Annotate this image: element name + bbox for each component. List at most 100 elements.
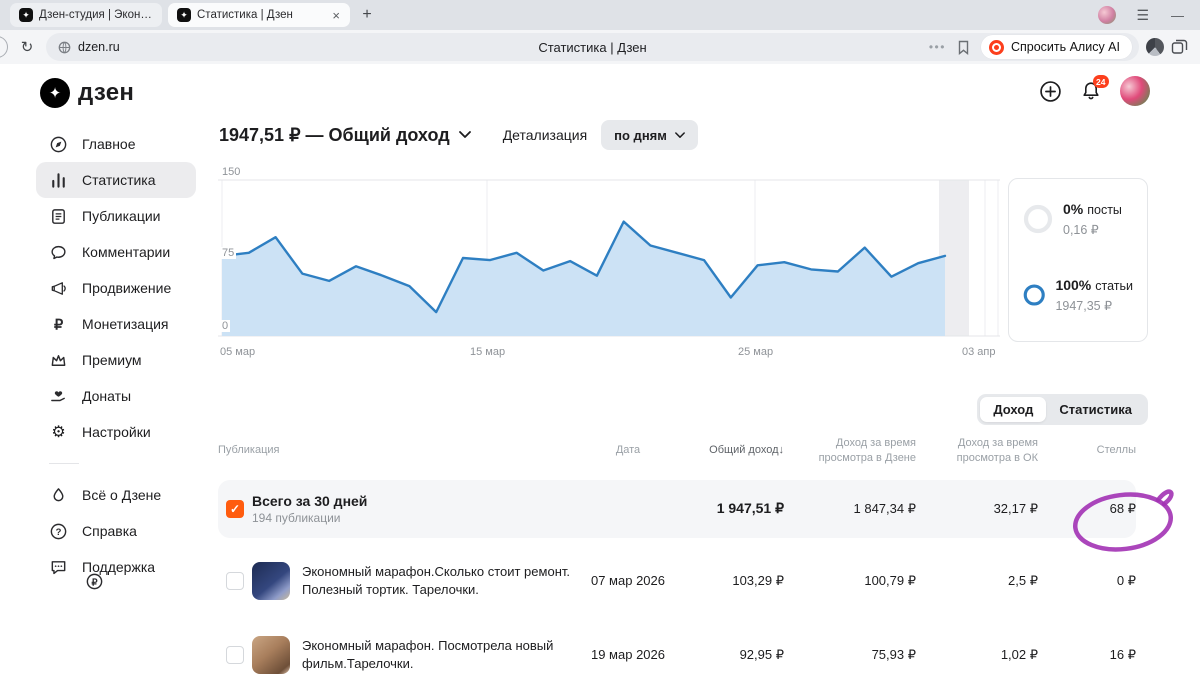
chevron-down-icon <box>674 131 685 138</box>
sidebar-item-label: Продвижение <box>82 280 172 296</box>
row-zen: 100,79 ₽ <box>864 572 916 588</box>
back-button-partial[interactable] <box>0 36 8 58</box>
sidebar-item-label: Комментарии <box>82 244 171 260</box>
period-select[interactable]: по дням <box>601 120 698 150</box>
sidebar-item-monetization[interactable]: ₽ Монетизация <box>36 306 196 342</box>
zen-favicon: ✦ <box>177 8 191 22</box>
speech-bubble-icon <box>51 245 66 259</box>
browser-menu-icon[interactable]: ☰ <box>1136 7 1149 24</box>
window-minimize-button[interactable]: — <box>1171 8 1184 23</box>
select-all-checkbox[interactable]: ✓ <box>226 499 244 518</box>
site-info-icon[interactable] <box>58 41 71 54</box>
more-icon[interactable]: ••• <box>929 40 946 54</box>
articles-label: статьи <box>1095 279 1133 293</box>
tab-groups-icon[interactable] <box>1171 39 1188 55</box>
posts-percent: 0% <box>1063 201 1084 217</box>
ruble-circle-icon: ₽ <box>86 573 103 589</box>
address-bar[interactable]: dzen.ru Статистика | Дзен ••• Спросить А… <box>46 33 1139 61</box>
row-total: 103,29 ₽ <box>732 572 784 588</box>
sidebar-item-help[interactable]: ? Справка <box>36 513 196 549</box>
row-checkbox[interactable] <box>226 571 244 590</box>
sidebar-item-about-zen[interactable]: Всё о Дзене <box>36 477 196 513</box>
tab-title: Статистика | Дзен <box>197 9 293 21</box>
gear-icon: ⚙ <box>51 423 66 441</box>
publications-table: Публикация Дата Общий доход↓ Доход за вр… <box>218 436 1136 678</box>
sidebar-item-promotion[interactable]: Продвижение <box>36 270 196 306</box>
zen-logo[interactable]: ✦ дзен <box>40 78 206 108</box>
sidebar-item-comments[interactable]: Комментарии <box>36 234 196 270</box>
sidebar-item-label: Статистика <box>82 172 156 188</box>
sidebar-item-publications[interactable]: Публикации <box>36 198 196 234</box>
browser-address-row: ↻ dzen.ru Статистика | Дзен ••• Спросить… <box>0 30 1200 64</box>
sidebar-item-statistics[interactable]: Статистика <box>36 162 196 198</box>
donut-chart-icon <box>1023 204 1053 234</box>
column-header-date[interactable]: Дата <box>584 443 672 458</box>
table-row[interactable]: Экономный марафон. Посмотрела новый филь… <box>218 624 1136 678</box>
sidebar-item-label: Всё о Дзене <box>82 487 162 503</box>
row-zen: 75,93 ₽ <box>871 646 916 662</box>
summary-subtitle: 194 публикации <box>252 510 341 525</box>
column-header-total[interactable]: Общий доход↓ <box>672 443 784 458</box>
row-stells: 16 ₽ <box>1109 646 1136 662</box>
sidebar-item-label: Главное <box>82 136 136 152</box>
sidebar-item-settings[interactable]: ⚙ Настройки <box>36 414 196 450</box>
chart-plot <box>218 179 1000 337</box>
browser-tab-strip: ✦ Дзен-студия | Экономны ✦ Статистика | … <box>0 0 1200 30</box>
table-view-tabs: Доход Статистика <box>977 394 1148 425</box>
row-stells: 0 ₽ <box>1116 572 1136 588</box>
tab-statistics[interactable]: Статистика <box>1046 397 1145 422</box>
row-ok: 1,02 ₽ <box>1000 646 1038 662</box>
publication-title[interactable]: Экономный марафон. Посмотрела новый филь… <box>302 637 570 672</box>
x-axis-label: 03 апр <box>962 346 996 358</box>
add-button[interactable] <box>1039 80 1062 103</box>
bookmark-icon[interactable] <box>957 40 970 55</box>
alice-icon <box>988 39 1004 55</box>
income-chart[interactable]: 150 75 0 05 мар 15 мар 25 мар 03 апр <box>218 166 1000 366</box>
articles-value: 1947,35 ₽ <box>1055 299 1113 313</box>
summary-ok: 32,17 ₽ <box>993 500 1038 516</box>
sidebar-item-label: Монетизация <box>82 316 169 332</box>
row-checkbox[interactable] <box>226 645 244 664</box>
column-header-ok[interactable]: Доход за время просмотра в ОК <box>916 436 1038 466</box>
reload-button[interactable]: ↻ <box>15 38 39 56</box>
browser-tab-inactive[interactable]: ✦ Дзен-студия | Экономны <box>10 3 162 27</box>
address-bar-actions: ••• Спросить Алису AI <box>929 35 1132 59</box>
row-total: 92,95 ₽ <box>739 646 784 662</box>
sidebar-item-donations[interactable]: Донаты <box>36 378 196 414</box>
sidebar-divider <box>49 463 79 464</box>
posts-label: посты <box>1087 203 1122 217</box>
column-header-zen[interactable]: Доход за время просмотра в Дзене <box>784 436 916 466</box>
tab-title: Дзен-студия | Экономны <box>39 9 153 21</box>
column-header-stells[interactable]: Стеллы <box>1038 443 1136 458</box>
zen-logo-icon: ✦ <box>40 78 70 108</box>
sidebar-item-label: Публикации <box>82 208 161 224</box>
summary-row[interactable]: ✓ Всего за 30 дней 194 публикации 1 947,… <box>218 479 1136 538</box>
user-avatar[interactable] <box>1120 76 1150 106</box>
column-header-publication[interactable]: Публикация <box>218 443 584 458</box>
tab-income[interactable]: Доход <box>980 397 1047 422</box>
sidebar-menu: Главное Статистика Публикации Комментари… <box>36 126 196 589</box>
ask-alice-button[interactable]: Спросить Алису AI <box>980 35 1132 59</box>
browser-extension-icon[interactable] <box>1146 38 1164 56</box>
tab-close-icon[interactable]: × <box>331 8 341 23</box>
posts-stat: 0% посты 0,16 ₽ <box>1023 201 1133 237</box>
sidebar-item-premium[interactable]: Премиум <box>36 342 196 378</box>
y-axis-label: 75 <box>220 247 237 259</box>
new-tab-button[interactable]: + <box>356 4 378 26</box>
svg-text:₽: ₽ <box>91 577 98 588</box>
income-breakdown-card: 0% посты 0,16 ₽ 100% статьи 1947,35 ₽ <box>1008 178 1148 342</box>
income-title[interactable]: 1947,51 ₽ — Общий доход <box>219 125 471 146</box>
summary-total: 1 947,51 ₽ <box>716 500 784 517</box>
sidebar-item-partial[interactable]: ₽ <box>72 563 186 599</box>
donut-chart-icon <box>1023 284 1045 306</box>
publication-date: 19 мар 2026 <box>590 646 665 662</box>
publication-title[interactable]: Экономный марафон.Сколько стоит ремонт. … <box>302 563 570 598</box>
summary-title: Всего за 30 дней <box>252 492 368 509</box>
sidebar-item-main[interactable]: Главное <box>36 126 196 162</box>
sidebar-item-label: Донаты <box>82 388 132 404</box>
browser-tab-active[interactable]: ✦ Статистика | Дзен × <box>168 3 350 27</box>
table-row[interactable]: Экономный марафон.Сколько стоит ремонт. … <box>218 550 1136 612</box>
browser-profile-avatar[interactable] <box>1098 6 1117 24</box>
question-icon: ? <box>50 523 67 539</box>
notifications-button[interactable]: 24 <box>1080 75 1109 102</box>
